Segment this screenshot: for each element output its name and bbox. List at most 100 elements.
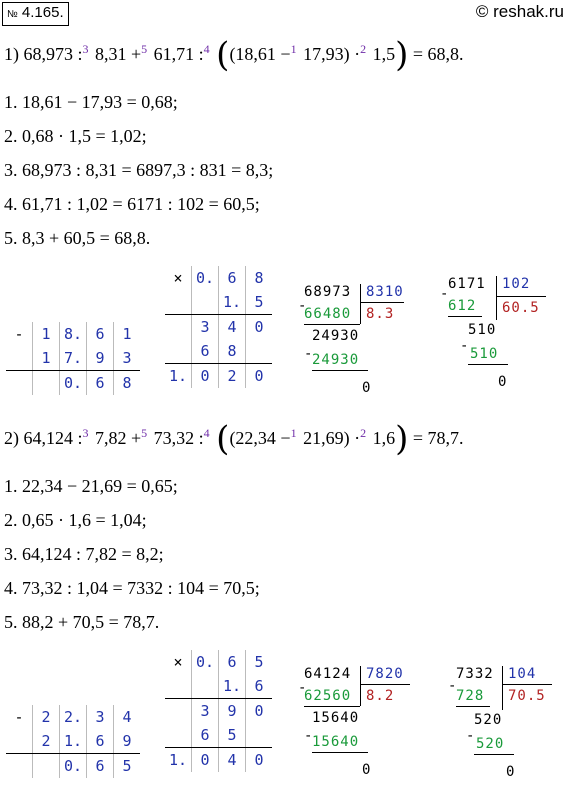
digit: 0. — [191, 266, 219, 290]
digit: 4 — [113, 705, 140, 729]
sub-line — [474, 754, 514, 755]
digit — [32, 753, 60, 778]
division-vertical-line — [360, 284, 361, 324]
digit: 1. — [168, 367, 188, 385]
digit: 8 — [245, 266, 272, 290]
order-mark: 4 — [203, 42, 210, 56]
digit: 6 — [86, 322, 114, 346]
divisor: 8310 — [366, 284, 404, 300]
digit: 5 — [113, 753, 140, 778]
minus-sign: - — [14, 708, 24, 726]
remainder: 24930 — [312, 328, 360, 344]
digit — [245, 723, 272, 748]
digit: 0 — [191, 363, 219, 388]
division-horizontal-line — [502, 684, 552, 685]
expr-text: 61,71 : — [149, 44, 204, 64]
subtrahend: 520 — [476, 736, 505, 752]
order-mark: 5 — [141, 42, 148, 56]
division-vertical-line — [496, 276, 497, 320]
expr-text: 1) 68,973 : — [4, 44, 83, 64]
sub-line — [312, 370, 368, 371]
quotient: 8.3 — [366, 306, 395, 322]
digit: 0 — [245, 314, 272, 339]
digit — [32, 370, 60, 395]
digit: 0. — [191, 650, 219, 674]
division-vertical-line — [502, 666, 503, 710]
step-line: 3. 64,124 : 7,82 = 8,2; — [4, 544, 164, 564]
division-horizontal-line — [360, 302, 404, 303]
empty-cell — [6, 729, 33, 754]
digit: 3 — [113, 346, 140, 371]
digit — [191, 674, 219, 699]
expression-2: 2) 64,124 :3 7,82 +5 73,32 :4 ((22,34 −1… — [4, 422, 464, 456]
long-division-4: 7332 104 - 728 70.5 520 - 520 0 — [448, 666, 558, 786]
order-mark: 4 — [203, 426, 210, 440]
digit: 7. — [59, 346, 87, 371]
step-line: 5. 8,3 + 60,5 = 68,8. — [4, 228, 151, 248]
subtrahend: 62560 — [304, 688, 352, 704]
digit: 6 — [218, 650, 246, 674]
step-line: 5. 88,2 + 70,5 = 78,7. — [4, 612, 160, 632]
digit — [165, 699, 192, 724]
digit: 0 — [245, 698, 272, 723]
digit: 2 — [32, 705, 60, 729]
digit: 6 — [245, 674, 272, 699]
digit: 1 — [32, 322, 60, 346]
empty-cell — [165, 674, 192, 699]
dividend: 7332 — [456, 666, 494, 682]
digit: 0. — [59, 753, 87, 778]
digit — [191, 290, 219, 315]
remainder: 510 — [468, 322, 497, 338]
expr-text: · — [349, 428, 361, 448]
subtrahend: 728 — [456, 688, 485, 704]
times-sign: × — [173, 269, 183, 287]
remainder: 15640 — [312, 710, 360, 726]
subtrahend: 66480 — [304, 306, 352, 322]
division-horizontal-line — [360, 684, 410, 685]
digit: 2. — [59, 705, 87, 729]
order-mark: 2 — [360, 42, 367, 56]
division-horizontal-line — [496, 296, 546, 297]
quotient: 70.5 — [508, 688, 546, 704]
remainder: 0 — [362, 762, 372, 778]
expr-text: 2) 64,124 : — [4, 428, 83, 448]
digit: 1. — [218, 674, 246, 699]
long-division-1: 68973 8310 - 66480 8.3 24930 - 24930 0 — [298, 284, 404, 404]
digit: 0. — [59, 370, 87, 395]
subtrahend: 612 — [448, 298, 477, 314]
digit: 9 — [218, 698, 246, 723]
sub-line — [448, 316, 482, 317]
step-line: 1. 22,34 − 21,69 = 0,65; — [4, 476, 178, 496]
digit: 1 — [113, 322, 140, 346]
subtrahend: 24930 — [312, 352, 360, 368]
site-watermark: © reshak.ru — [475, 2, 564, 21]
digit: 4 — [218, 314, 246, 339]
sub-line — [304, 324, 360, 325]
expr-text: 73,32 : — [149, 428, 204, 448]
digit: 0 — [245, 363, 272, 388]
digit: 8 — [218, 339, 246, 364]
digit: 8 — [113, 370, 140, 395]
digit: 3 — [191, 314, 219, 339]
digit: 9 — [86, 346, 114, 371]
empty-cell — [6, 371, 33, 396]
digit: 6 — [218, 266, 246, 290]
expr-text: (18,61 − — [229, 44, 291, 64]
step-line: 3. 68,973 : 8,31 = 6897,3 : 831 = 8,3; — [4, 160, 274, 180]
digit: 9 — [113, 729, 140, 754]
digit: 1. — [218, 290, 246, 315]
digit: 6 — [86, 729, 114, 754]
remainder: 0 — [362, 380, 372, 396]
digit: 6 — [191, 339, 219, 364]
expr-result: = 78,7. — [408, 428, 464, 448]
right-paren-big: ) — [395, 35, 409, 75]
minus-sign: - — [466, 728, 476, 744]
left-paren-big: ( — [216, 419, 230, 459]
dividend: 68973 — [304, 284, 352, 300]
expr-text: 1,6 — [368, 428, 396, 448]
step-line: 1. 18,61 − 17,93 = 0,68; — [4, 92, 178, 112]
empty-cell — [165, 290, 192, 315]
expr-text: 21,69) — [298, 428, 350, 448]
quotient: 60.5 — [502, 300, 540, 316]
remainder: 0 — [498, 374, 508, 390]
